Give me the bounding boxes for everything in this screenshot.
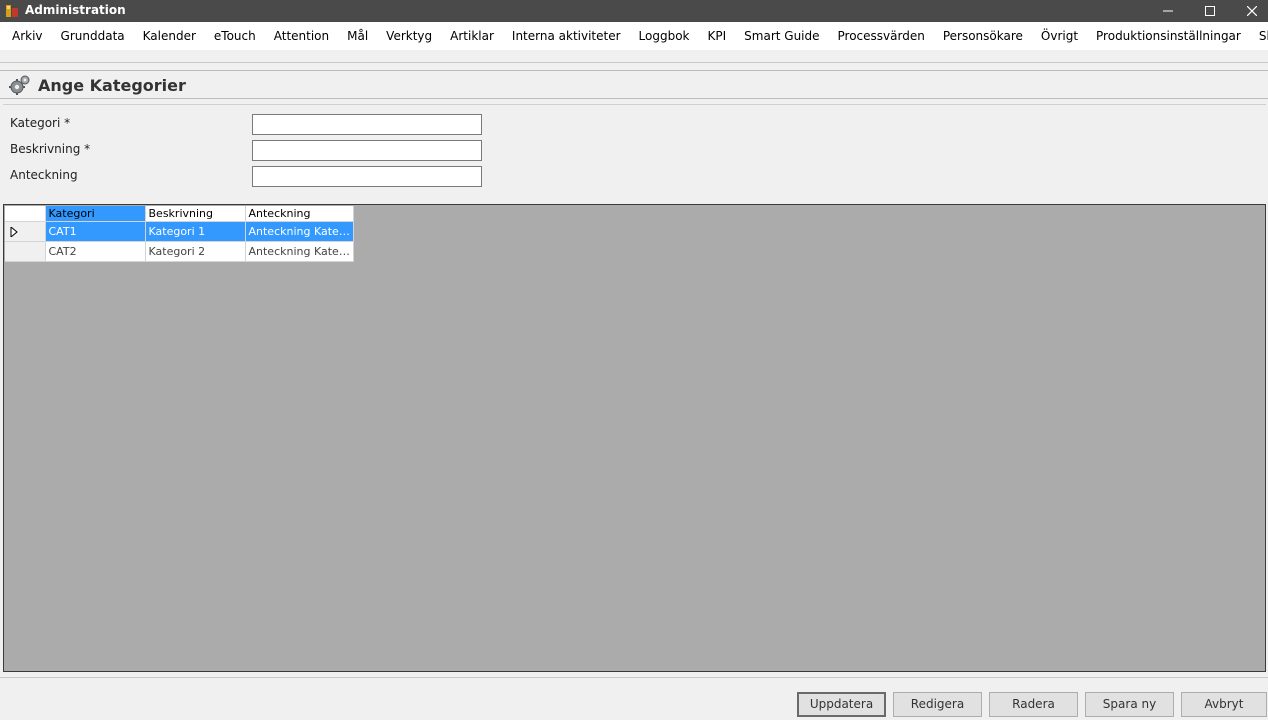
divider xyxy=(0,62,1268,63)
title-bar: Administration xyxy=(0,0,1268,22)
maximize-icon xyxy=(1205,6,1215,16)
minimize-icon xyxy=(1163,10,1173,12)
menu-processvarden[interactable]: Processvärden xyxy=(829,22,934,50)
menu-verktyg[interactable]: Verktyg xyxy=(377,22,441,50)
kategori-input[interactable] xyxy=(252,114,482,135)
menu-mal[interactable]: Mål xyxy=(338,22,377,50)
divider xyxy=(0,677,1268,678)
beskrivning-label: Beskrivning * xyxy=(10,142,91,156)
menu-etouch[interactable]: eTouch xyxy=(205,22,265,50)
column-header-kategori[interactable]: Kategori xyxy=(45,206,146,222)
app-icon xyxy=(6,5,18,17)
close-button[interactable] xyxy=(1232,0,1268,22)
grid-corner[interactable] xyxy=(5,206,46,222)
menu-produktionsinstallningar[interactable]: Produktionsinställningar xyxy=(1087,22,1250,50)
table-row[interactable]: CAT1 Kategori 1 Anteckning Kate… xyxy=(5,221,354,242)
menu-loggbok[interactable]: Loggbok xyxy=(630,22,699,50)
menu-personsokare[interactable]: Personsökare xyxy=(934,22,1032,50)
row-header[interactable] xyxy=(5,221,46,242)
category-form: Kategori * Beskrivning * Anteckning xyxy=(3,104,1266,200)
cell-beskrivning[interactable]: Kategori 2 xyxy=(145,241,246,262)
cell-anteckning[interactable]: Anteckning Kate… xyxy=(245,221,354,242)
menu-grunddata[interactable]: Grunddata xyxy=(52,22,134,50)
cell-anteckning[interactable]: Anteckning Kate… xyxy=(245,241,354,262)
cell-beskrivning[interactable]: Kategori 1 xyxy=(145,221,246,242)
page-header: Ange Kategorier xyxy=(0,70,1268,99)
column-header-beskrivning[interactable]: Beskrivning xyxy=(145,206,246,222)
menu-kalender[interactable]: Kalender xyxy=(134,22,205,50)
gears-icon xyxy=(9,75,30,95)
menu-smart-guide[interactable]: Smart Guide xyxy=(735,22,828,50)
category-grid[interactable]: Kategori Beskrivning Anteckning CAT1 Kat… xyxy=(3,204,1266,672)
kategori-label: Kategori * xyxy=(10,116,71,130)
table-row[interactable]: CAT2 Kategori 2 Anteckning Kate… xyxy=(5,241,354,262)
minimize-button[interactable] xyxy=(1148,0,1188,22)
menu-interna-aktiviteter[interactable]: Interna aktiviteter xyxy=(503,22,630,50)
menu-kpi[interactable]: KPI xyxy=(699,22,736,50)
menu-ovrigt[interactable]: Övrigt xyxy=(1032,22,1087,50)
current-row-arrow-icon xyxy=(10,226,18,237)
uppdatera-button[interactable]: Uppdatera xyxy=(797,692,886,717)
beskrivning-input[interactable] xyxy=(252,140,482,161)
row-header[interactable] xyxy=(5,241,46,262)
menu-attention[interactable]: Attention xyxy=(265,22,338,50)
avbryt-button[interactable]: Avbryt xyxy=(1181,692,1267,717)
spara-ny-button[interactable]: Spara ny xyxy=(1085,692,1174,717)
maximize-button[interactable] xyxy=(1190,0,1230,22)
anteckning-label: Anteckning xyxy=(10,168,78,182)
radera-button[interactable]: Radera xyxy=(989,692,1078,717)
menu-bar: Arkiv Grunddata Kalender eTouch Attentio… xyxy=(0,22,1268,50)
menu-skiftoverlamning[interactable]: Skiftöverlämning xyxy=(1250,22,1268,50)
window-title: Administration xyxy=(25,3,126,17)
page-title: Ange Kategorier xyxy=(38,76,186,95)
cell-kategori[interactable]: CAT1 xyxy=(45,221,146,242)
grid-table: Kategori Beskrivning Anteckning CAT1 Kat… xyxy=(5,206,354,262)
redigera-button[interactable]: Redigera xyxy=(893,692,982,717)
close-icon xyxy=(1247,6,1257,16)
menu-artiklar[interactable]: Artiklar xyxy=(441,22,503,50)
anteckning-input[interactable] xyxy=(252,166,482,187)
column-header-anteckning[interactable]: Anteckning xyxy=(245,206,354,222)
menu-arkiv[interactable]: Arkiv xyxy=(3,22,52,50)
cell-kategori[interactable]: CAT2 xyxy=(45,241,146,262)
